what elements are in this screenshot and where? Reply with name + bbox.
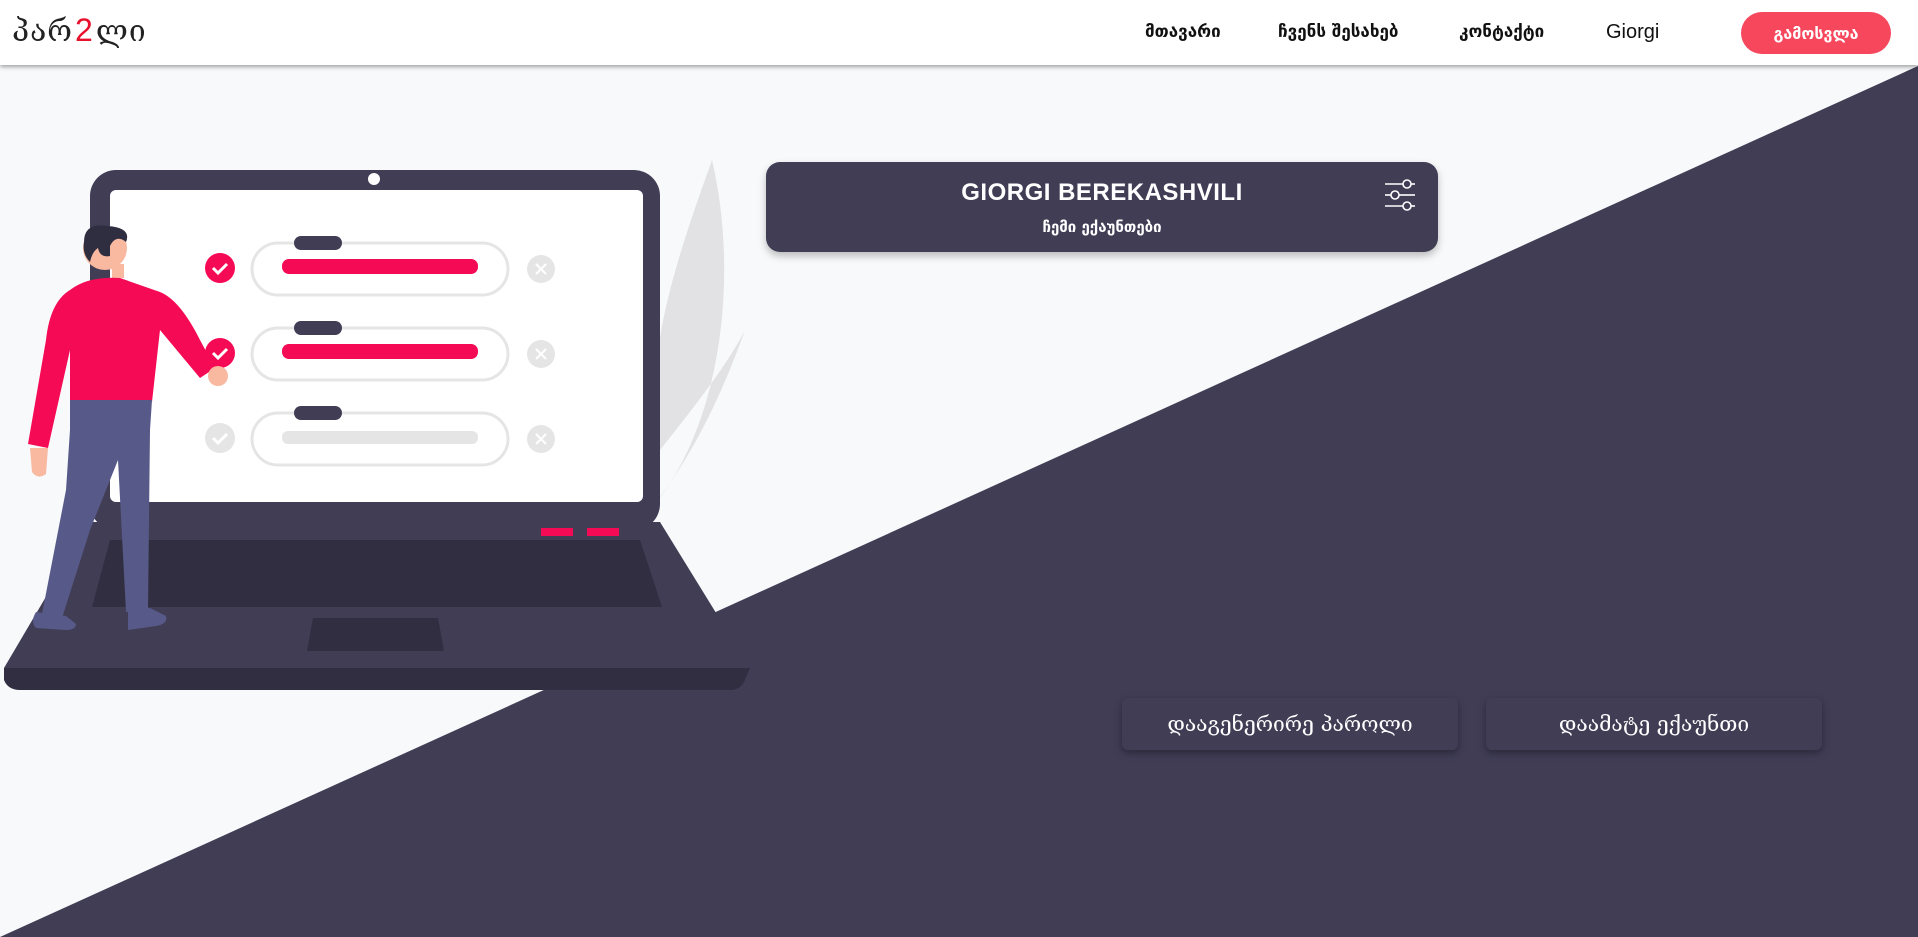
logo-suffix: ლი (95, 14, 147, 49)
sliders-icon[interactable] (1383, 178, 1417, 212)
navbar: პარ 2 ლი მთავარი ჩვენს შესახებ კონტაქტი … (0, 0, 1918, 65)
logo-prefix: პარ (12, 14, 74, 49)
checklist-illustration (4, 160, 750, 690)
my-accounts-subtitle: ჩემი ექაუნთები (1042, 218, 1162, 236)
nav-link-user[interactable]: Giorgi (1606, 21, 1659, 44)
account-owner-name: GIORGI BEREKASHVILI (961, 179, 1243, 206)
nav-link-about[interactable]: ჩვენს შესახებ (1278, 22, 1399, 42)
nav-link-contact[interactable]: კონტაქტი (1459, 22, 1544, 42)
add-account-button[interactable]: დაამატე ექაუნთი (1486, 698, 1822, 750)
logo[interactable]: პარ 2 ლი (12, 12, 147, 49)
nav-link-home[interactable]: მთავარი (1145, 22, 1221, 42)
logout-button[interactable]: გამოსვლა (1741, 12, 1891, 54)
account-card: GIORGI BEREKASHVILI ჩემი ექაუნთები (766, 162, 1438, 252)
generate-password-button[interactable]: დააგენერირე პაროლი (1122, 698, 1458, 750)
logo-number: 2 (75, 12, 94, 48)
